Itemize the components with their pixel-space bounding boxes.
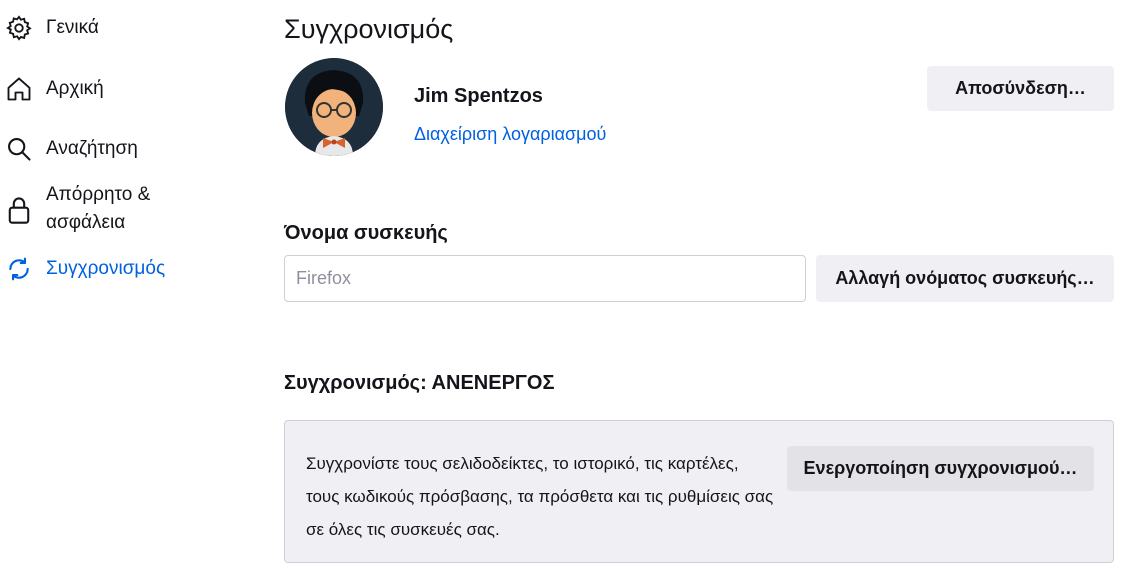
sync-status-heading: Συγχρονισμός: ΑΝΕΝΕΡΓΟΣ [284, 372, 555, 394]
page-title: Συγχρονισμός [284, 14, 454, 44]
sync-setup-box: Συγχρονίστε τους σελιδοδείκτες, το ιστορ… [284, 420, 1114, 563]
sidebar-item-label: Συγχρονισμός [46, 258, 166, 279]
sync-icon [4, 254, 34, 284]
avatar [285, 58, 383, 156]
sidebar-item-home[interactable]: Αρχική [4, 74, 104, 104]
sign-out-button[interactable]: Αποσύνδεση… [927, 66, 1114, 111]
search-icon [4, 134, 34, 164]
account-name: Jim Spentzos [414, 85, 543, 107]
sidebar-item-label: Απόρρητο & ασφάλεια [46, 184, 151, 233]
sidebar-item-sync[interactable]: Συγχρονισμός [4, 254, 165, 284]
sidebar-item-privacy[interactable]: Απόρρητο & ασφάλεια [4, 181, 186, 237]
lock-icon [4, 195, 34, 225]
sidebar-item-label: Γενικά [46, 17, 99, 38]
manage-account-link[interactable]: Διαχείριση λογαριασμού [414, 124, 606, 145]
sidebar-item-label: Αναζήτηση [46, 138, 138, 159]
sidebar-item-search[interactable]: Αναζήτηση [4, 134, 138, 164]
sync-pane: Συγχρονισμός Jim Spentzos Διαχείριση λογ… [284, 0, 1114, 573]
sidebar-item-general[interactable]: Γενικά [4, 13, 99, 43]
device-name-input[interactable] [284, 255, 806, 302]
gear-icon [4, 13, 34, 43]
rename-device-button[interactable]: Αλλαγή ονόματος συσκευής… [816, 255, 1114, 302]
sync-description: Συγχρονίστε τους σελιδοδείκτες, το ιστορ… [306, 454, 774, 539]
home-icon [4, 74, 34, 104]
enable-sync-button[interactable]: Ενεργοποίηση συγχρονισμού… [787, 446, 1094, 491]
sidebar: Γενικά Αρχική Αναζήτηση Απόρρητο & ασφάλ… [0, 0, 250, 573]
sidebar-item-label: Αρχική [46, 78, 104, 99]
device-name-heading: Όνομα συσκευής [284, 222, 448, 244]
